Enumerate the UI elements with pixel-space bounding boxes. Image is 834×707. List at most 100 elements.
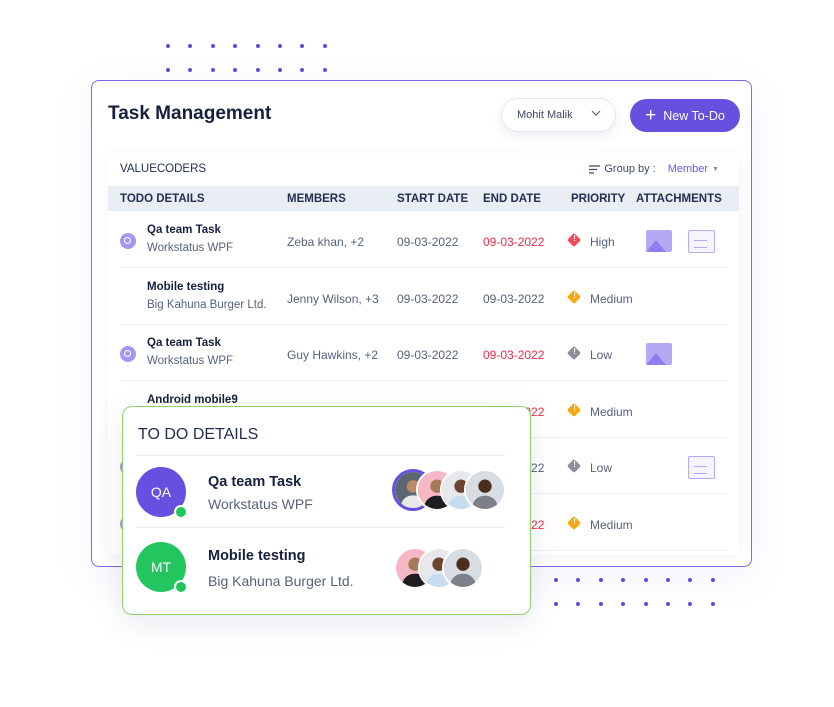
dot [277,68,282,72]
task-title: Mobile testing [147,280,225,293]
members: Jenny Wilson, +3 [287,291,379,306]
priority-icon [566,345,582,361]
task-title: Android mobile9 [147,393,238,406]
dot [188,68,193,72]
priority: Low [590,348,613,362]
members: Guy Hawkins, +2 [287,348,379,362]
column-header: END DATE [483,193,541,205]
priority-icon [566,402,582,417]
dot [210,68,215,72]
user-select[interactable]: Mohit Malik [501,98,616,132]
new-todo-label: New To-Do [663,108,725,123]
caret-down-icon: ▼ [712,165,719,173]
dot [665,602,670,606]
end-date: 09-03-2022 [483,235,545,249]
priority-icon [566,289,582,304]
user-select-value: Mohit Malik [517,109,573,121]
image-attachment-icon[interactable] [646,343,672,365]
dot [621,578,626,582]
priority-icon [566,458,582,474]
avatar: MT [136,542,188,594]
dot [598,578,603,582]
column-header: MEMBERS [287,193,346,205]
new-todo-button[interactable]: + New To-Do [630,99,740,132]
popup-item-subtitle: Workstatus WPF [208,496,313,512]
dot [621,602,626,606]
priority: High [590,235,615,249]
dot [688,578,693,582]
dot [322,44,327,48]
end-date: 09-03-2022 [483,291,545,306]
dot [233,68,238,72]
priority: Medium [590,291,633,306]
dot [166,44,170,48]
dot [255,44,260,48]
decorative-dots [554,578,733,606]
popup-item[interactable]: MT Mobile testing Big Kahuna Burger Ltd. [136,527,505,600]
dot [300,68,305,72]
priority: Low [590,461,613,475]
avatar: QA [136,467,188,519]
dot [576,602,581,606]
group-by-label: Group by : [604,163,656,175]
image-attachment-icon[interactable] [646,230,672,252]
popup-item-subtitle: Big Kahuna Burger Ltd. [208,573,354,589]
table-row[interactable]: Mobile testing Big Kahuna Burger Ltd. Je… [120,268,727,325]
sort-icon [589,164,601,174]
priority: Medium [590,404,633,419]
chevron-down-icon [591,110,601,116]
dot [643,578,648,582]
task-title: Qa team Task [147,337,221,349]
sync-icon [120,233,136,249]
popup-item-title: Mobile testing [208,548,306,564]
dot [710,578,715,582]
popup-title: TO DO DETAILS [138,426,259,443]
member-avatars[interactable] [394,547,484,589]
dot [598,602,603,606]
member-avatar[interactable] [464,469,506,511]
column-header: TODO DETAILS [120,193,205,205]
dot [255,68,260,72]
group-by-value[interactable]: Member [668,163,708,175]
dot [576,578,581,582]
online-indicator [174,580,188,594]
todo-details-popup: TO DO DETAILS QA Qa team Task Workstatus… [122,406,531,615]
task-project: Workstatus WPF [147,355,234,367]
dot [166,68,170,72]
dot [300,44,305,48]
start-date: 09-03-2022 [397,348,459,362]
dot [665,578,670,582]
organization-name: VALUECODERS [120,163,207,175]
dot [554,578,558,582]
table-row[interactable]: Qa team Task Workstatus WPF Zeba khan, +… [120,211,727,268]
start-date: 09-03-2022 [397,235,459,249]
task-title: Qa team Task [147,224,221,236]
document-attachment-icon[interactable] [688,230,715,253]
dot [277,44,282,48]
end-date: 09-03-2022 [483,348,545,362]
group-by-control[interactable]: Group by : Member ▼ [589,163,719,175]
member-avatar[interactable] [442,547,484,589]
member-avatars[interactable] [392,469,506,511]
plus-icon: + [645,105,657,126]
task-project: Workstatus WPF [147,242,234,254]
start-date: 09-03-2022 [397,291,459,306]
dot [233,44,238,48]
column-header: START DATE [397,193,469,205]
column-header: ATTACHMENTS [636,193,722,205]
table-row[interactable]: Qa team Task Workstatus WPF Guy Hawkins,… [120,324,727,381]
priority-icon [566,232,582,248]
members: Zeba khan, +2 [287,235,365,249]
dot [710,602,715,606]
dot [554,602,558,606]
sync-icon [120,346,136,362]
priority: Medium [590,517,633,532]
dot [188,44,193,48]
dot [688,602,693,606]
document-attachment-icon[interactable] [688,456,715,479]
page-title: Task Management [108,103,272,124]
decorative-dots [166,44,345,72]
priority-icon [566,515,582,530]
online-indicator [174,505,188,519]
popup-item[interactable]: QA Qa team Task Workstatus WPF [136,455,506,528]
